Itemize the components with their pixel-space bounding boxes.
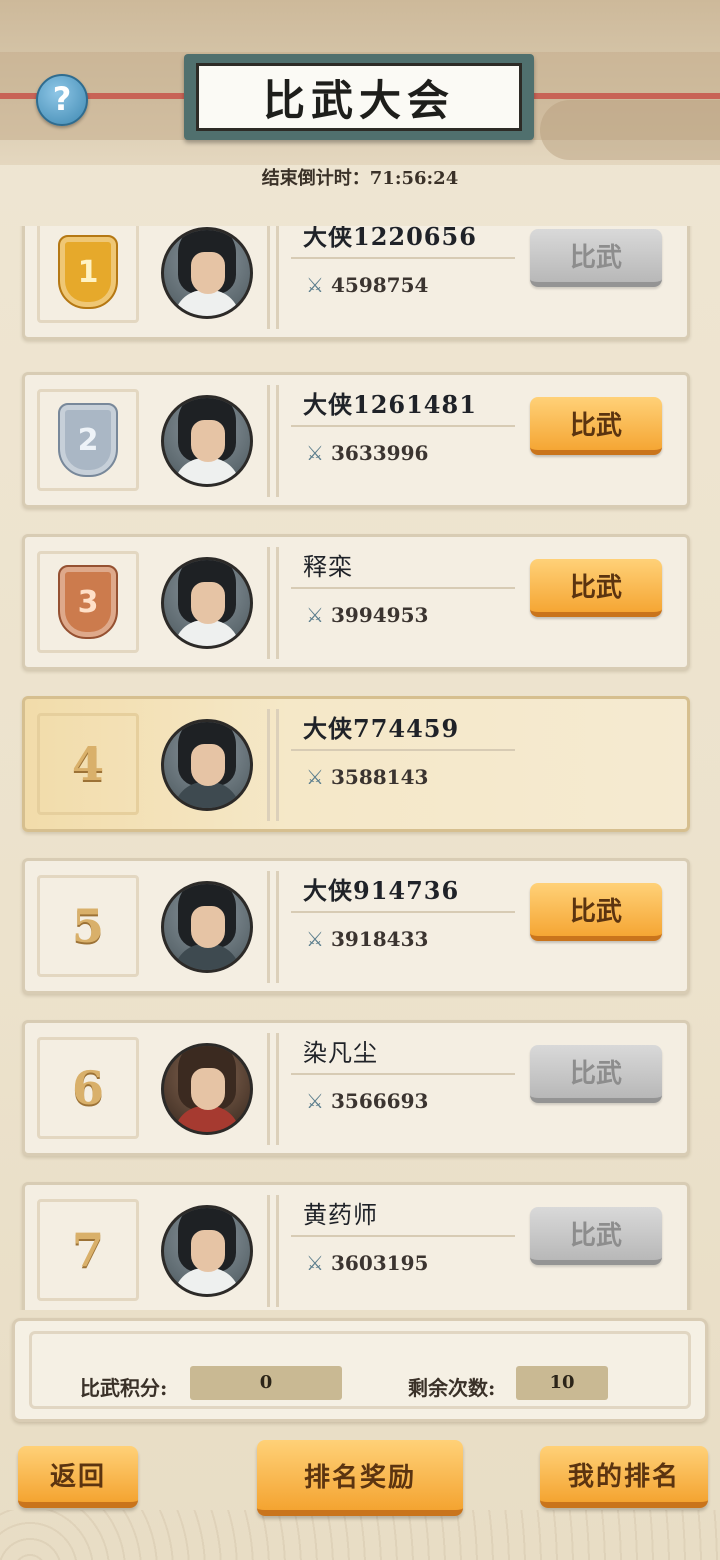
crossed-swords-icon: ⚔ [306, 1089, 324, 1113]
challenge-button[interactable]: 比武 [530, 883, 662, 941]
help-button[interactable]: ? [36, 74, 88, 126]
combat-power: ⚔ 3994953 [303, 603, 428, 627]
rank-number: 7 [71, 1223, 104, 1277]
player-avatar[interactable] [161, 557, 253, 649]
player-avatar[interactable] [161, 881, 253, 973]
ranking-row: 1 大侠1220656 ⚔ 4598754 比武 [22, 226, 690, 340]
combat-power: ⚔ 3588143 [303, 765, 428, 789]
rank-number: 5 [71, 899, 104, 953]
player-name: 大侠774459 [303, 714, 460, 743]
crossed-swords-icon: ⚔ [306, 441, 324, 465]
power-value: 3603195 [331, 1251, 429, 1275]
player-avatar[interactable] [161, 1205, 253, 1297]
combat-power: ⚔ 3603195 [303, 1251, 428, 1275]
divider [291, 1235, 515, 1237]
score-label: 比武积分: [80, 1376, 168, 1400]
divider [267, 226, 279, 329]
countdown-timer: 结束倒计时：71:56:24 [261, 168, 459, 189]
rank-badge: 2 [37, 389, 139, 491]
crossed-swords-icon: ⚔ [306, 603, 324, 627]
crossed-swords-icon: ⚔ [306, 273, 324, 297]
rank-rewards-button[interactable]: 排名奖励 [257, 1440, 463, 1516]
divider [291, 749, 515, 751]
divider [267, 385, 279, 497]
rank-badge: 3 [37, 551, 139, 653]
ranking-row: 5 大侠914736 ⚔ 3918433 比武 [22, 858, 690, 994]
power-value: 3918433 [331, 927, 429, 951]
remaining-label: 剩余次数: [408, 1376, 496, 1400]
question-icon: ? [52, 80, 72, 118]
power-value: 3566693 [331, 1089, 429, 1113]
player-name: 染凡尘 [303, 1039, 378, 1067]
challenge-button[interactable]: 比武 [530, 397, 662, 455]
rank-badge: 7 [37, 1199, 139, 1301]
player-name: 大侠1261481 [303, 390, 477, 419]
wave-pattern-decoration [0, 1510, 720, 1560]
divider [291, 257, 515, 259]
divider [291, 1073, 515, 1075]
power-value: 3588143 [331, 765, 429, 789]
player-avatar[interactable] [161, 719, 253, 811]
player-avatar[interactable] [161, 395, 253, 487]
rank-badge: 4 [37, 713, 139, 815]
crossed-swords-icon: ⚔ [306, 765, 324, 789]
divider [267, 1195, 279, 1307]
player-avatar[interactable] [161, 227, 253, 319]
player-name: 释栾 [303, 553, 353, 581]
rank-badge: 5 [37, 875, 139, 977]
challenge-button[interactable]: 比武 [530, 559, 662, 617]
player-name: 大侠1220656 [303, 226, 477, 251]
ranking-row: 3 释栾 ⚔ 3994953 比武 [22, 534, 690, 670]
stats-frame: 比武积分: 0 剩余次数: 10 [29, 1331, 691, 1409]
rank-number: 4 [71, 737, 104, 791]
combat-power: ⚔ 3566693 [303, 1089, 428, 1113]
back-button[interactable]: 返回 [18, 1446, 138, 1508]
divider [291, 587, 515, 589]
player-name: 大侠914736 [303, 876, 460, 905]
ranking-row: 7 黄药师 ⚔ 3603195 比武 [22, 1182, 690, 1310]
divider [291, 425, 515, 427]
score-value: 0 [190, 1366, 342, 1400]
player-name: 黄药师 [303, 1201, 378, 1229]
combat-power: ⚔ 4598754 [303, 273, 428, 297]
combat-power: ⚔ 3918433 [303, 927, 428, 951]
power-value: 4598754 [331, 273, 429, 297]
ranking-row-self: 4 大侠774459 ⚔ 3588143 [22, 696, 690, 832]
divider [291, 911, 515, 913]
divider [267, 1033, 279, 1145]
ranking-row: 2 大侠1261481 ⚔ 3633996 比武 [22, 372, 690, 508]
combat-power: ⚔ 3633996 [303, 441, 428, 465]
crossed-swords-icon: ⚔ [306, 1251, 324, 1275]
divider [267, 709, 279, 821]
power-value: 3633996 [331, 441, 429, 465]
bronze-medal-icon: 3 [58, 565, 118, 639]
rank-number: 6 [71, 1061, 104, 1115]
remaining-value: 10 [516, 1366, 608, 1400]
ranking-list[interactable]: 1 大侠1220656 ⚔ 4598754 比武 2 大侠1261481 ⚔ 363… [0, 226, 720, 1310]
rank-badge: 1 [37, 226, 139, 323]
silver-medal-icon: 2 [58, 403, 118, 477]
challenge-button[interactable]: 比武 [530, 1207, 662, 1265]
title-plaque: 比武大会 [184, 54, 534, 140]
ranking-row: 6 染凡尘 ⚔ 3566693 比武 [22, 1020, 690, 1156]
page-title: 比武大会 [196, 63, 522, 131]
stats-panel: 比武积分: 0 剩余次数: 10 [12, 1318, 708, 1422]
crossed-swords-icon: ⚔ [306, 927, 324, 951]
challenge-button[interactable]: 比武 [530, 1045, 662, 1103]
power-value: 3994953 [331, 603, 429, 627]
player-avatar[interactable] [161, 1043, 253, 1135]
my-rank-button[interactable]: 我的排名 [540, 1446, 708, 1508]
challenge-button[interactable]: 比武 [530, 229, 662, 287]
rank-badge: 6 [37, 1037, 139, 1139]
divider [267, 547, 279, 659]
divider [267, 871, 279, 983]
gold-medal-icon: 1 [58, 235, 118, 309]
